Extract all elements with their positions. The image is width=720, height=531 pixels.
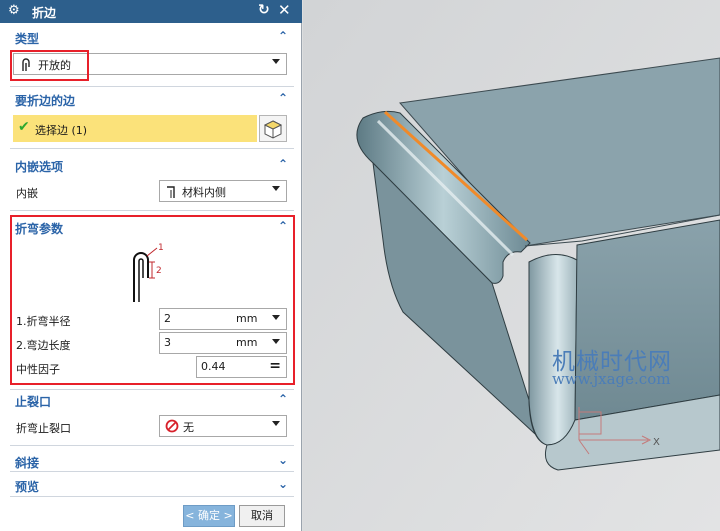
relief-section-header[interactable]: 止裂口 ⌃ (10, 390, 294, 410)
preview-section-title: 预览 (15, 480, 40, 494)
bend-relief-label: 折弯止裂口 (16, 422, 71, 435)
bend-relief-dropdown[interactable]: 无 (159, 415, 287, 437)
bend-section-title: 折弯参数 (15, 222, 64, 236)
chevron-down-icon[interactable]: ⌄ (278, 477, 288, 491)
type-section-title: 类型 (15, 32, 40, 46)
kfactor-value: 0.44 (201, 360, 226, 373)
chevron-down-icon[interactable] (272, 315, 280, 320)
miter-section-title: 斜接 (15, 456, 40, 470)
inset-section-title: 内嵌选项 (15, 160, 64, 174)
edge-section-title: 要折边的边 (15, 94, 76, 108)
equals-icon[interactable]: = (269, 358, 281, 374)
bend-radius-value: 2 (164, 312, 171, 325)
check-icon: ✔ (18, 119, 30, 135)
type-highlight-box (10, 50, 89, 81)
kfactor-label: 中性因子 (16, 363, 60, 376)
bend-radius-input[interactable]: 2 mm (159, 308, 287, 330)
inset-label: 内嵌 (16, 187, 38, 200)
bend-radius-unit: mm (236, 312, 258, 325)
none-icon (165, 419, 179, 433)
chevron-down-icon[interactable] (272, 186, 280, 191)
material-inside-icon (167, 186, 175, 198)
chevron-up-icon[interactable]: ⌃ (278, 157, 288, 171)
dialog-title: 折边 (32, 6, 57, 20)
kfactor-input[interactable]: 0.44 = (196, 356, 287, 378)
flange-length-unit: mm (236, 336, 258, 349)
select-object-button[interactable] (259, 115, 287, 142)
inset-dropdown[interactable]: 材料内侧 (159, 180, 287, 202)
graphics-viewport[interactable]: X (303, 0, 720, 531)
chevron-down-icon[interactable] (272, 59, 280, 64)
bend-section-header[interactable]: 折弯参数 ⌃ (10, 217, 294, 237)
dialog-title-bar[interactable]: ⚙ 折边 ↻ ✕ (0, 0, 302, 23)
cube-icon (263, 120, 283, 139)
inset-section-header[interactable]: 内嵌选项 ⌃ (10, 155, 294, 175)
chevron-down-icon[interactable] (272, 421, 280, 426)
gear-icon[interactable]: ⚙ (8, 3, 20, 18)
reset-icon[interactable]: ↻ (258, 2, 270, 18)
inset-selected: 材料内侧 (182, 186, 226, 199)
diagram-label-2: 2 (156, 266, 162, 276)
flange-length-input[interactable]: 3 mm (159, 332, 287, 354)
edge-section-header[interactable]: 要折边的边 ⌃ (10, 89, 294, 109)
ok-button[interactable]: < 确定 > (183, 505, 235, 527)
x-axis-label: X (653, 437, 660, 448)
select-edge-label: 选择边 (1) (35, 124, 88, 137)
watermark-url: www.jxage.com (552, 370, 671, 388)
preview-section-header[interactable]: 预览 ⌄ (10, 475, 294, 495)
type-section-header[interactable]: 类型 ⌃ (10, 27, 294, 47)
bend-radius-label: 1.折弯半径 (16, 315, 71, 328)
cancel-button[interactable]: 取消 (239, 505, 285, 527)
chevron-up-icon[interactable]: ⌃ (278, 91, 288, 105)
chevron-down-icon[interactable]: ⌄ (278, 453, 288, 467)
diagram-label-1: 1 (158, 243, 164, 253)
flange-length-label: 2.弯边长度 (16, 339, 71, 352)
chevron-up-icon[interactable]: ⌃ (278, 29, 288, 43)
relief-section-title: 止裂口 (15, 395, 52, 409)
bend-relief-selected: 无 (183, 421, 194, 434)
miter-section-header[interactable]: 斜接 ⌄ (10, 451, 294, 471)
chevron-up-icon[interactable]: ⌃ (278, 219, 288, 233)
flange-dialog: ⚙ 折边 ↻ ✕ 类型 ⌃ 开放的 要折边的边 ⌃ ✔ 选择边 (1) 内嵌选项… (0, 0, 302, 531)
chevron-down-icon[interactable] (272, 339, 280, 344)
close-icon[interactable]: ✕ (278, 1, 291, 19)
select-edge-row[interactable]: ✔ 选择边 (1) (13, 115, 257, 142)
chevron-up-icon[interactable]: ⌃ (278, 392, 288, 406)
bend-diagram: 1 2 (133, 243, 164, 302)
flange-length-value: 3 (164, 336, 171, 349)
